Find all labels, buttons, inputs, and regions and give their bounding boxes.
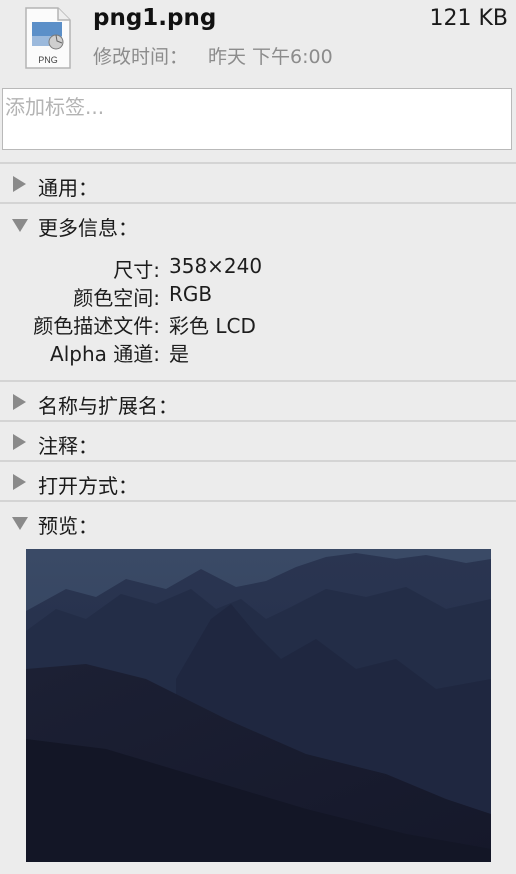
divider xyxy=(0,380,516,382)
disclosure-collapsed-icon[interactable] xyxy=(13,434,26,450)
info-value: RGB xyxy=(169,282,213,306)
section-name-extension[interactable]: 名称与扩展名： xyxy=(0,383,516,421)
file-name: png1.png xyxy=(93,5,217,31)
info-value: 是 xyxy=(169,342,189,366)
info-key: 颜色空间: xyxy=(73,286,160,310)
divider xyxy=(0,460,516,462)
file-header: PNG png1.png 121 KB 修改时间： 昨天 下午6:00 xyxy=(0,0,516,84)
section-general[interactable]: 通用： xyxy=(0,165,516,203)
section-general-title: 通用： xyxy=(38,176,98,200)
info-row-color-space: 颜色空间: RGB xyxy=(0,282,516,310)
modified-value: 昨天 下午6:00 xyxy=(208,46,333,68)
section-comments[interactable]: 注释： xyxy=(0,423,516,461)
tags-input[interactable] xyxy=(2,88,512,150)
png-icon-label: PNG xyxy=(38,55,58,65)
section-open-with[interactable]: 打开方式： xyxy=(0,463,516,501)
info-row-color-profile: 颜色描述文件: 彩色 LCD xyxy=(0,310,516,338)
disclosure-expanded-icon[interactable] xyxy=(12,517,28,530)
disclosure-collapsed-icon[interactable] xyxy=(13,176,26,192)
info-value: 358×240 xyxy=(169,254,263,278)
preview-image xyxy=(26,549,491,862)
disclosure-collapsed-icon[interactable] xyxy=(13,394,26,410)
section-name-extension-title: 名称与扩展名： xyxy=(38,394,178,418)
section-more-info-title: 更多信息： xyxy=(38,216,138,240)
info-key: Alpha 通道: xyxy=(50,342,160,366)
section-open-with-title: 打开方式： xyxy=(38,474,138,498)
modified-info: 修改时间： 昨天 下午6:00 xyxy=(93,42,333,69)
section-preview-title: 预览： xyxy=(38,514,98,538)
info-key: 颜色描述文件: xyxy=(33,314,160,338)
disclosure-collapsed-icon[interactable] xyxy=(13,474,26,490)
divider xyxy=(0,500,516,502)
file-size: 121 KB xyxy=(429,6,508,31)
section-more-info[interactable]: 更多信息： xyxy=(0,205,516,243)
info-key: 尺寸: xyxy=(113,258,160,282)
png-file-icon: PNG xyxy=(24,6,72,70)
divider xyxy=(0,162,516,164)
info-value: 彩色 LCD xyxy=(169,314,256,338)
modified-label: 修改时间： xyxy=(93,46,189,68)
info-row-alpha-channel: Alpha 通道: 是 xyxy=(0,338,516,366)
disclosure-expanded-icon[interactable] xyxy=(12,219,28,232)
divider xyxy=(0,420,516,422)
section-preview[interactable]: 预览： xyxy=(0,503,516,541)
divider xyxy=(0,202,516,204)
section-comments-title: 注释： xyxy=(38,434,98,458)
info-row-dimensions: 尺寸: 358×240 xyxy=(0,254,516,282)
